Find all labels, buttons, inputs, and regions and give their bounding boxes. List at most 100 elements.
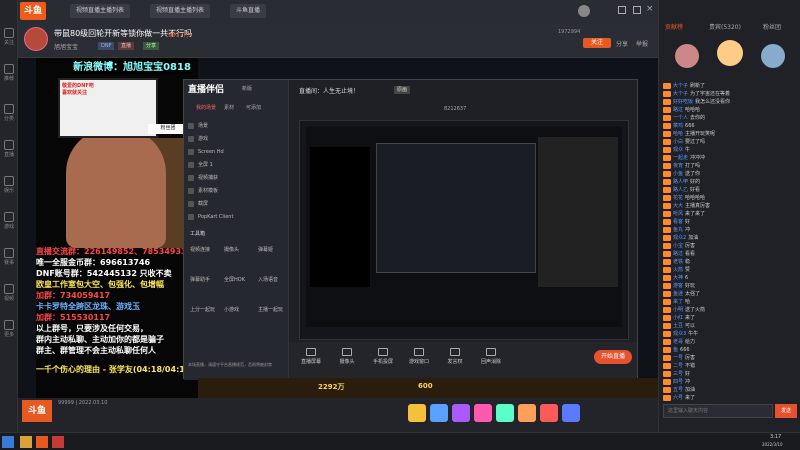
sidebar-item-6[interactable]: 视频 — [0, 284, 18, 302]
chat-username[interactable]: 来了 — [673, 299, 683, 305]
tool-window[interactable]: 游戏窗口 — [405, 348, 433, 365]
taskbar-app-1[interactable] — [20, 436, 32, 448]
chat-username[interactable]: 菜鸡 — [673, 123, 683, 129]
chat-username[interactable]: 老铁 — [673, 259, 683, 265]
chat-username[interactable]: 一个人 — [673, 115, 688, 121]
gift-icon-3[interactable] — [452, 404, 470, 422]
scene-3[interactable]: 全屏 1 — [188, 159, 283, 171]
chat-username[interactable]: 听风 — [673, 211, 683, 217]
scene-6[interactable]: 截屏 — [188, 198, 283, 210]
gift-icon-5[interactable] — [496, 404, 514, 422]
gift-icon-1[interactable] — [408, 404, 426, 422]
sidebar-item-0[interactable]: 推荐 — [0, 64, 18, 82]
gift-icon-2[interactable] — [430, 404, 448, 422]
sidebar-item-follow[interactable]: 关注 — [0, 28, 18, 46]
tag-1[interactable]: 直播 — [118, 42, 135, 50]
top-fan-avatar-2[interactable] — [717, 40, 743, 66]
sidebar-item-2[interactable]: 直播 — [0, 140, 18, 158]
chat-username[interactable]: 大神 — [673, 275, 683, 281]
chat-username[interactable]: 观众2 — [673, 235, 686, 241]
scene-1[interactable]: 游戏 — [188, 133, 283, 145]
tool-0-0[interactable]: 视频连接 — [190, 246, 210, 253]
chat-username[interactable]: 看客 — [673, 219, 683, 225]
anchor-avatar[interactable] — [24, 27, 48, 51]
chat-username[interactable]: 路人甲 — [673, 179, 688, 185]
gift-icon-6[interactable] — [518, 404, 536, 422]
chat-username[interactable]: 老哥 — [673, 339, 683, 345]
chat-username[interactable]: 四号 — [673, 379, 683, 385]
sidebar-item-4[interactable]: 游戏 — [0, 212, 18, 230]
chat-username[interactable]: 小白 — [673, 139, 683, 145]
chat-username[interactable]: 五号 — [673, 387, 683, 393]
scene-7[interactable]: PopKart Client — [188, 211, 283, 223]
browser-tab-1[interactable]: 视频直播主播列表 — [150, 4, 211, 18]
anchor-name[interactable]: 旭旭宝宝 — [54, 42, 78, 51]
chat-tab-2[interactable]: 粉丝团 — [763, 22, 781, 31]
chat-username[interactable]: 观众 — [673, 147, 683, 153]
preview-pane[interactable] — [299, 120, 629, 340]
tag-2[interactable]: 分享 — [143, 42, 160, 50]
chat-username[interactable]: 大个子 — [673, 91, 688, 97]
sidebar-item-7[interactable]: 更多 — [0, 320, 18, 338]
chat-username[interactable]: 小宝 — [673, 243, 683, 249]
scene-4[interactable]: 视频捕获 — [188, 172, 283, 184]
chat-username[interactable]: 夜宵 — [673, 163, 683, 169]
sidebar-item-3[interactable]: 娱乐 — [0, 176, 18, 194]
chat-username[interactable]: 六号 — [673, 395, 683, 401]
tag-0[interactable]: DNF — [98, 42, 115, 50]
tool-2-1[interactable]: 小游戏 — [224, 306, 239, 313]
start-icon[interactable] — [2, 436, 14, 448]
chat-username[interactable]: 大个子 — [673, 83, 688, 89]
tool-mic[interactable]: 发言权 — [441, 348, 469, 365]
chat-username[interactable]: 哈哈 — [673, 131, 683, 137]
tool-screen[interactable]: 直播屏幕 — [297, 348, 325, 365]
sidebar-item-1[interactable]: 分类 — [0, 104, 18, 122]
sidebar-item-5[interactable]: 赛事 — [0, 248, 18, 266]
chat-username[interactable]: 二号 — [673, 363, 683, 369]
tool-2-0[interactable]: 上分一起玩 — [190, 306, 215, 313]
chat-username[interactable]: 一号 — [673, 355, 683, 361]
taskbar-app-2[interactable] — [36, 436, 48, 448]
tool-1-2[interactable]: 入场语音 — [258, 276, 278, 283]
gift-icon-8[interactable] — [562, 404, 580, 422]
follow-button[interactable]: 关注 — [583, 38, 611, 48]
tool-camera[interactable]: 摄像头 — [333, 348, 361, 365]
comp-tab-0[interactable]: 我的场景 — [196, 104, 216, 111]
tool-phone[interactable]: 手机投屏 — [369, 348, 397, 365]
comp-tab-1[interactable]: 素材 — [224, 104, 234, 111]
chat-username[interactable]: 鱼丸 — [673, 227, 683, 233]
tool-0-2[interactable]: 弹幕姬 — [258, 246, 273, 253]
top-fan-avatar-3[interactable] — [761, 44, 785, 68]
scene-2[interactable]: Screen Hd — [188, 146, 283, 158]
chat-username[interactable]: 火箭 — [673, 267, 683, 273]
chat-username[interactable]: 路人乙 — [673, 187, 688, 193]
chat-username[interactable]: 好好吃饭 — [673, 99, 693, 105]
tool-1-0[interactable]: 弹幕助手 — [190, 276, 210, 283]
chat-username[interactable]: 路过 — [673, 107, 683, 113]
chat-username[interactable]: 三号 — [673, 371, 683, 377]
taskbar-app-3[interactable] — [52, 436, 64, 448]
gift-icon-7[interactable] — [540, 404, 558, 422]
comp-tab-2[interactable]: 可添加 — [246, 104, 261, 111]
douyu-logo[interactable]: 斗鱼 — [20, 2, 46, 20]
tool-echo[interactable]: 回声消除 — [477, 348, 505, 365]
chat-username[interactable]: 花花 — [673, 195, 683, 201]
chat-username[interactable]: 游客 — [673, 283, 683, 289]
share-button[interactable]: 分享 — [616, 39, 628, 48]
gift-icon-4[interactable] — [474, 404, 492, 422]
browser-tab-2[interactable]: 斗鱼直播 — [230, 4, 267, 18]
scene-0[interactable]: 场景 — [188, 120, 283, 132]
chat-username[interactable]: 一起走 — [673, 155, 688, 161]
tool-0-1[interactable]: 摄像头 — [224, 246, 239, 253]
start-live-button[interactable]: 开始直播 — [594, 350, 632, 364]
video-player[interactable]: 敬爱的DNF吧 喜欢就关注 新浪微博：旭旭宝宝0818 粉丝团 直播交流群：22… — [18, 58, 658, 398]
minimize-icon[interactable] — [618, 6, 626, 14]
chat-username[interactable]: 小红 — [673, 315, 683, 321]
quality-badge[interactable]: 原画 — [394, 86, 411, 94]
chat-username[interactable]: 大大 — [673, 203, 683, 209]
chat-input[interactable]: 这里输入聊天内容 — [663, 404, 773, 418]
scene-5[interactable]: 素材模板 — [188, 185, 283, 197]
maximize-icon[interactable] — [633, 6, 641, 14]
browser-tab-0[interactable]: 视频直播主播列表 — [70, 4, 131, 18]
close-icon[interactable]: × — [646, 4, 654, 14]
